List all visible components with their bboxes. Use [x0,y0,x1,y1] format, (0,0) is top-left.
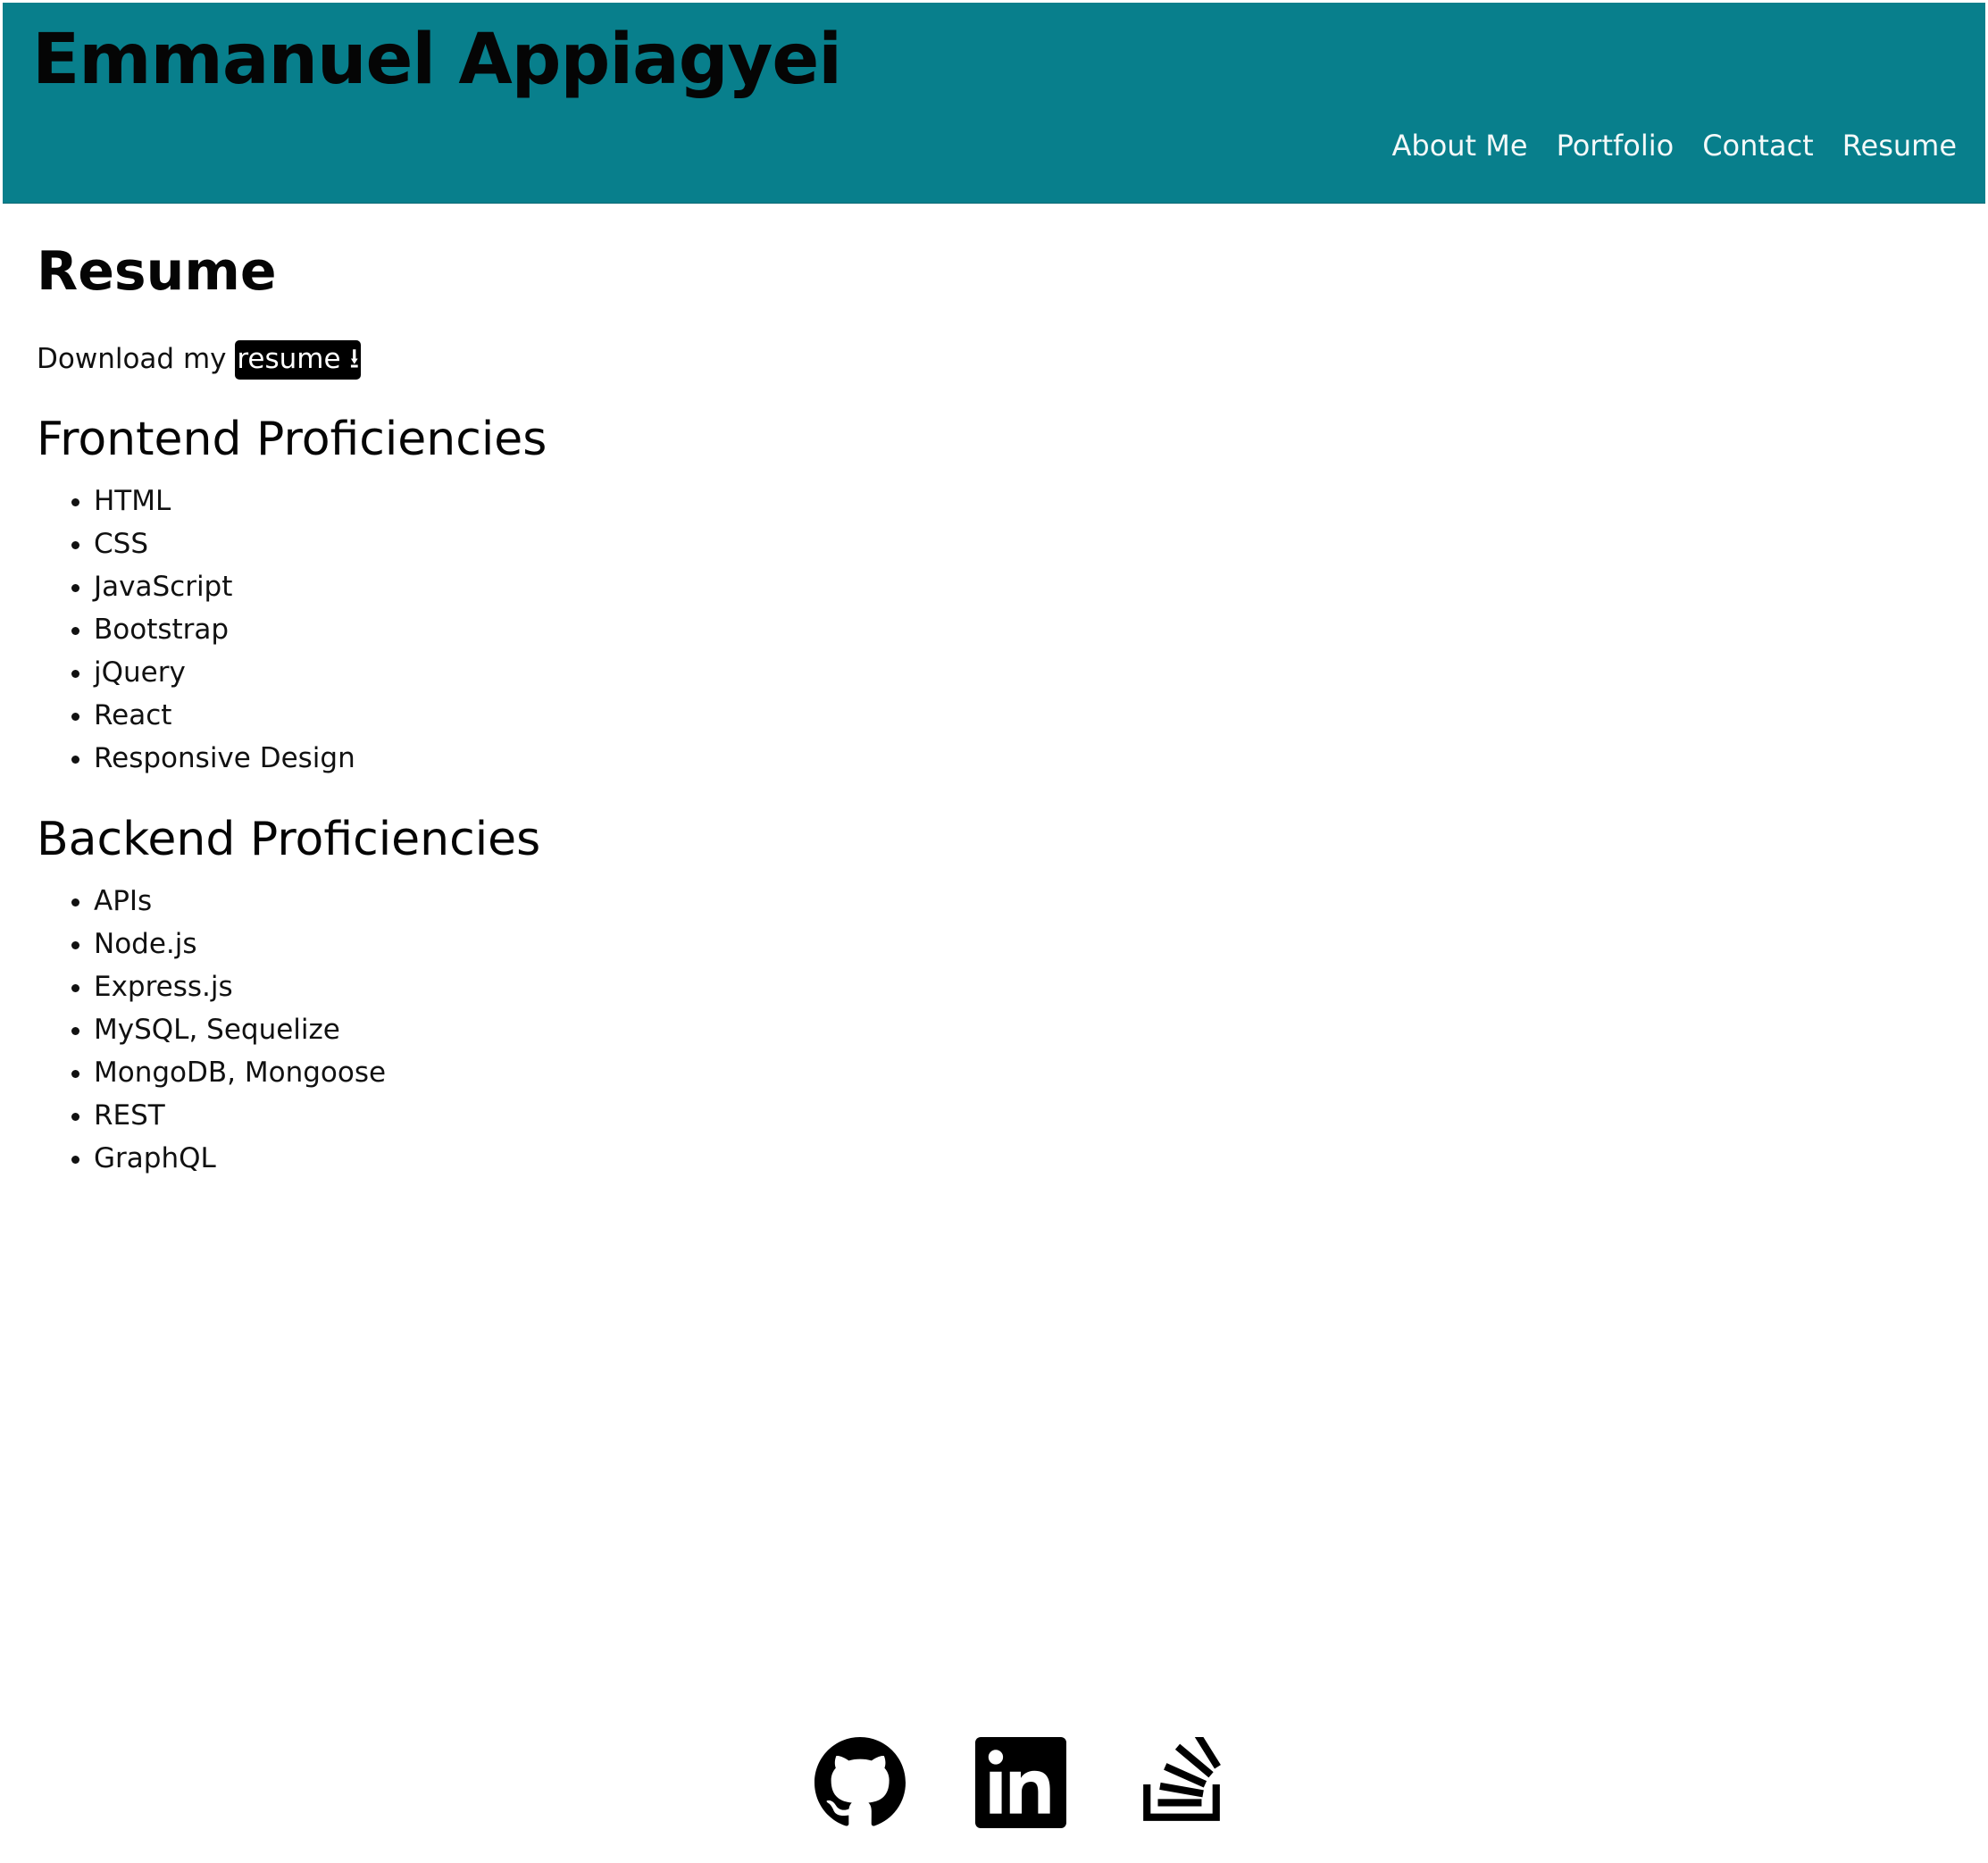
main-content: Resume Download my resume ⭳ Frontend Pro… [37,241,1287,1180]
list-item: MySQL, Sequelize [94,1008,1287,1051]
list-item: jQuery [94,651,1287,694]
frontend-list: HTML CSS JavaScript Bootstrap jQuery Rea… [37,480,1287,780]
list-item: APIs [94,880,1287,923]
list-item: HTML [94,480,1287,522]
resume-download-link[interactable]: resume ⭳ [235,340,362,380]
nav-portfolio[interactable]: Portfolio [1557,129,1675,162]
page-title: Resume [37,240,277,303]
list-item: Responsive Design [94,737,1287,780]
footer-social-links [0,1737,1988,1828]
github-icon [814,1737,906,1826]
site-title: Emmanuel Appiagyei [32,20,842,100]
list-item: Express.js [94,965,1287,1008]
list-item: MongoDB, Mongoose [94,1051,1287,1094]
page: Emmanuel Appiagyei About Me Portfolio Co… [0,0,1988,1863]
linkedin-icon [975,1737,1066,1828]
list-item: React [94,694,1287,737]
list-item: GraphQL [94,1137,1287,1180]
list-item: CSS [94,522,1287,565]
frontend-heading: Frontend Proficiencies [37,413,547,467]
list-item: Bootstrap [94,608,1287,651]
site-header: Emmanuel Appiagyei About Me Portfolio Co… [3,3,1985,203]
nav-contact[interactable]: Contact [1702,129,1814,162]
download-prefix: Download my [37,343,236,375]
github-link[interactable] [814,1737,906,1828]
backend-heading: Backend Proficiencies [37,813,541,867]
nav-about-me[interactable]: About Me [1391,129,1527,162]
list-item: JavaScript [94,565,1287,608]
nav-resume[interactable]: Resume [1842,129,1957,162]
download-line: Download my resume ⭳ [37,340,1287,380]
linkedin-link[interactable] [975,1737,1066,1828]
stackoverflow-link[interactable] [1136,1737,1227,1828]
stackoverflow-icon [1143,1737,1221,1821]
backend-list: APIs Node.js Express.js MySQL, Sequelize… [37,880,1287,1180]
list-item: REST [94,1094,1287,1137]
main-nav: About Me Portfolio Contact Resume [1391,129,1957,162]
list-item: Node.js [94,923,1287,965]
